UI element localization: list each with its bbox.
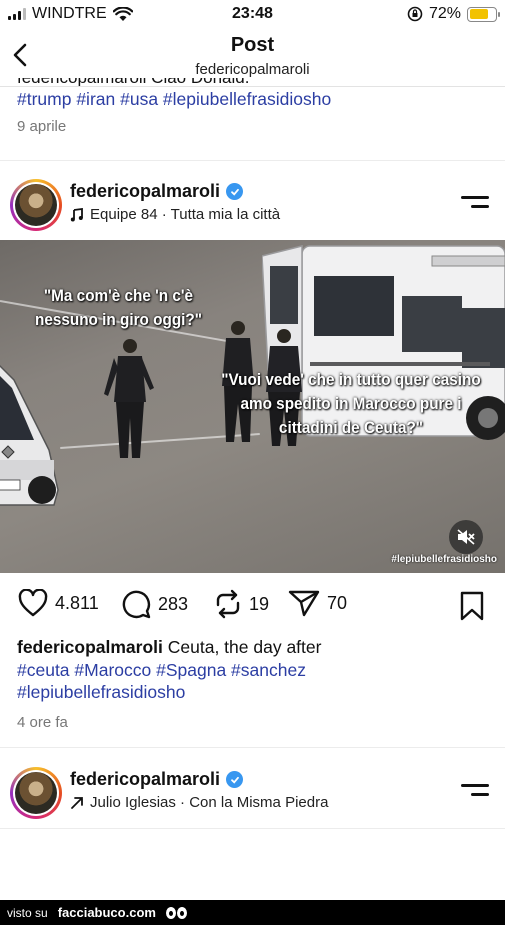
options-menu-icon[interactable] (461, 193, 489, 211)
username-label[interactable]: federicopalmaroli (70, 181, 220, 202)
like-count: 4.811 (55, 592, 99, 613)
mute-button[interactable] (449, 520, 483, 554)
music-note-icon (70, 207, 83, 221)
bookmark-icon[interactable] (459, 591, 485, 621)
caption-text: Ceuta, the day after (162, 637, 322, 657)
meme-caption-top: "Ma com'è che 'n c'è nessuno in giro ogg… (34, 286, 203, 329)
next-post-audio[interactable]: Julio Iglesias · Con la Misma Piedra (70, 794, 328, 811)
battery-icon (467, 6, 500, 22)
verified-badge-icon (226, 183, 244, 200)
eyes-logo-icon (165, 906, 187, 919)
speaker-muted-icon (457, 529, 475, 545)
post-audio[interactable]: Equipe 84 · Tutta mia la città (70, 206, 280, 223)
audio-label[interactable]: Equipe 84 · Tutta mia la città (90, 206, 280, 223)
orientation-lock-icon (407, 6, 423, 22)
page-subtitle: federicopalmaroli (195, 61, 310, 78)
footer-brand[interactable]: facciabuco.com (58, 905, 156, 920)
officer-figure (104, 339, 154, 458)
like-action[interactable]: 4.811 (18, 589, 99, 617)
caption-line: federicopalmaroli Ceuta, the day after (17, 636, 487, 659)
options-menu-icon[interactable] (461, 781, 489, 799)
send-icon[interactable] (288, 589, 320, 617)
heart-icon[interactable] (18, 589, 48, 617)
avatar[interactable] (10, 767, 62, 819)
status-bar: WINDTRE 23:48 72% (0, 0, 505, 30)
previous-post-date: 9 aprile (17, 118, 67, 135)
caption-username[interactable]: federicopalmaroli (17, 637, 163, 657)
status-right: 72% (407, 5, 500, 23)
username-label[interactable]: federicopalmaroli (70, 769, 220, 790)
caption-hashtags-2[interactable]: #lepiubellefrasidiosho (17, 681, 487, 703)
battery-percent: 72% (428, 5, 461, 22)
next-post-header: federicopalmaroli Julio Iglesias · Con l… (0, 767, 505, 827)
verified-badge-icon (226, 771, 244, 788)
audio-label[interactable]: Julio Iglesias · Con la Misma Piedra (90, 794, 328, 811)
next-post-username[interactable]: federicopalmaroli (70, 769, 244, 790)
post-caption: federicopalmaroli Ceuta, the day after #… (17, 636, 487, 734)
media-watermark: #lepiubellefrasidiosho (391, 554, 497, 565)
comment-action[interactable]: 283 (121, 589, 188, 619)
site-footer: visto su facciabuco.com (0, 900, 505, 925)
post-header: federicopalmaroli Equipe 84 · Tutta mia … (0, 179, 505, 239)
post-date: 4 ore fa (17, 714, 68, 731)
share-action[interactable]: 70 (288, 589, 347, 617)
post-media[interactable]: "Ma com'è che 'n c'è nessuno in giro ogg… (0, 240, 505, 573)
repost-icon[interactable] (214, 589, 242, 619)
page-title: Post (230, 34, 275, 56)
share-count: 70 (327, 592, 348, 613)
comment-count: 283 (158, 593, 189, 614)
nav-divider (0, 86, 505, 87)
post-username[interactable]: federicopalmaroli (70, 181, 244, 202)
avatar[interactable] (10, 179, 62, 231)
police-car (0, 364, 59, 506)
post-divider (0, 747, 505, 748)
previous-post-hashtags[interactable]: #trump #iran #usa #lepiubellefrasidiosho (17, 88, 487, 110)
meme-caption-bottom: "Vuoi vede' che in tutto quer casino amo… (221, 370, 481, 437)
post-actions: 4.811 283 19 70 (0, 589, 505, 623)
repost-count: 19 (249, 593, 270, 614)
caption-hashtags-1[interactable]: #ceuta #Marocco #Spagna #sanchez (17, 659, 487, 681)
footer-prefix: visto su (7, 905, 48, 920)
post-divider (0, 160, 505, 161)
arrow-up-right-icon (71, 796, 83, 809)
repost-action[interactable]: 19 (214, 589, 269, 619)
post-divider (0, 828, 505, 829)
comment-icon[interactable] (121, 589, 151, 619)
